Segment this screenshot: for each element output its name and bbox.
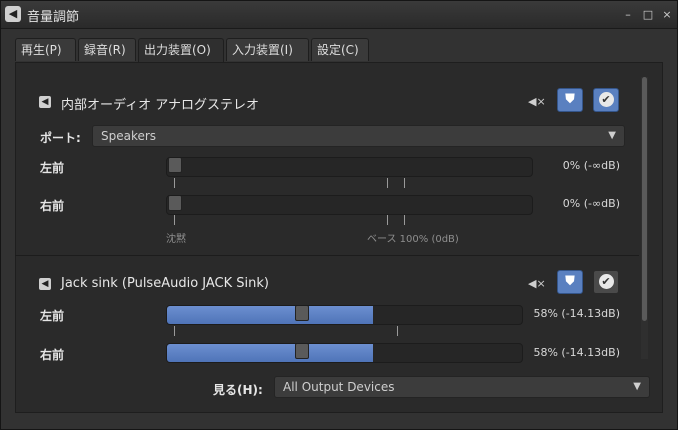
close-button[interactable]: × <box>660 8 674 22</box>
channel-label: 左前 <box>40 309 65 323</box>
slider-fill <box>167 306 373 324</box>
check-icon: ✔ <box>598 92 614 107</box>
show-select[interactable]: All Output Devices ▼ <box>274 376 650 398</box>
window: ◀ 音量調節 – □ × 再生(P) 録音(R) 出力装置(O) 入力装置(I)… <box>0 0 678 430</box>
channel-label: 右前 <box>40 348 65 362</box>
mute-icon[interactable]: ◀× <box>528 95 546 109</box>
show-label: 見る(H): <box>213 383 263 397</box>
slider-tick <box>404 178 405 188</box>
silence-mark-label: 沈黙 <box>166 234 186 245</box>
set-default-button[interactable]: ✔ <box>593 270 619 294</box>
volume-value: 58% (-14.13dB) <box>533 307 620 320</box>
slider-tick <box>174 215 175 225</box>
window-title: 音量調節 <box>27 10 80 25</box>
device-name: 内部オーディオ アナログステレオ <box>61 98 259 113</box>
speaker-icon: ◀ <box>39 96 51 108</box>
slider-handle[interactable] <box>168 196 182 211</box>
show-value: All Output Devices <box>283 380 395 394</box>
device-header: ◀ 内部オーディオ アナログステレオ ◀× ⛊ ✔ <box>39 88 639 113</box>
check-icon: ✔ <box>598 274 614 289</box>
speaker-app-icon: ◀ <box>5 6 21 22</box>
speaker-icon: ◀ <box>39 278 51 290</box>
chevron-down-icon: ▼ <box>608 130 616 141</box>
slider-handle[interactable] <box>295 306 309 321</box>
lock-channels-button[interactable]: ⛊ <box>557 88 583 112</box>
slider-handle[interactable] <box>168 158 182 173</box>
volume-slider[interactable] <box>166 305 523 325</box>
volume-value: 0% (-∞dB) <box>562 197 620 210</box>
slider-fill <box>167 344 373 362</box>
volume-slider[interactable] <box>166 195 533 215</box>
mute-icon[interactable]: ◀× <box>528 277 546 291</box>
slider-tick <box>387 178 388 188</box>
channel-label: 右前 <box>40 199 65 213</box>
slider-tick <box>174 178 175 188</box>
scrollbar-thumb[interactable] <box>642 77 647 321</box>
tab-input-devices[interactable]: 入力装置(I) <box>226 38 309 61</box>
tab-playback[interactable]: 再生(P) <box>15 38 76 61</box>
base-mark-label: ベース 100% (0dB) <box>367 234 459 245</box>
device-name: Jack sink (PulseAudio JACK Sink) <box>61 276 269 291</box>
slider-tick <box>397 326 398 336</box>
channel-label: 左前 <box>40 161 65 175</box>
slider-tick <box>404 215 405 225</box>
chevron-down-icon: ▼ <box>633 381 641 392</box>
title-bar[interactable]: ◀ 音量調節 – □ × <box>1 1 677 29</box>
lock-channels-button[interactable]: ⛊ <box>557 270 583 294</box>
tab-output-devices[interactable]: 出力装置(O) <box>138 38 224 63</box>
device-separator <box>15 255 639 256</box>
slider-tick <box>387 215 388 225</box>
volume-slider[interactable] <box>166 343 523 363</box>
volume-slider[interactable] <box>166 157 533 177</box>
set-default-button[interactable]: ✔ <box>593 88 619 112</box>
device-header: ◀ Jack sink (PulseAudio JACK Sink) ◀× ⛊ … <box>39 270 639 294</box>
port-select[interactable]: Speakers ▼ <box>92 125 625 147</box>
slider-handle[interactable] <box>295 344 309 359</box>
port-label: ポート: <box>40 131 81 145</box>
port-value: Speakers <box>101 129 157 143</box>
tab-recording[interactable]: 録音(R) <box>78 38 136 61</box>
volume-value: 0% (-∞dB) <box>562 159 620 172</box>
volume-value: 58% (-14.13dB) <box>533 346 620 359</box>
minimize-button[interactable]: – <box>621 8 635 22</box>
maximize-button[interactable]: □ <box>641 8 655 22</box>
slider-tick <box>174 326 175 336</box>
scrollbar[interactable] <box>641 77 648 359</box>
tab-configuration[interactable]: 設定(C) <box>311 38 369 61</box>
